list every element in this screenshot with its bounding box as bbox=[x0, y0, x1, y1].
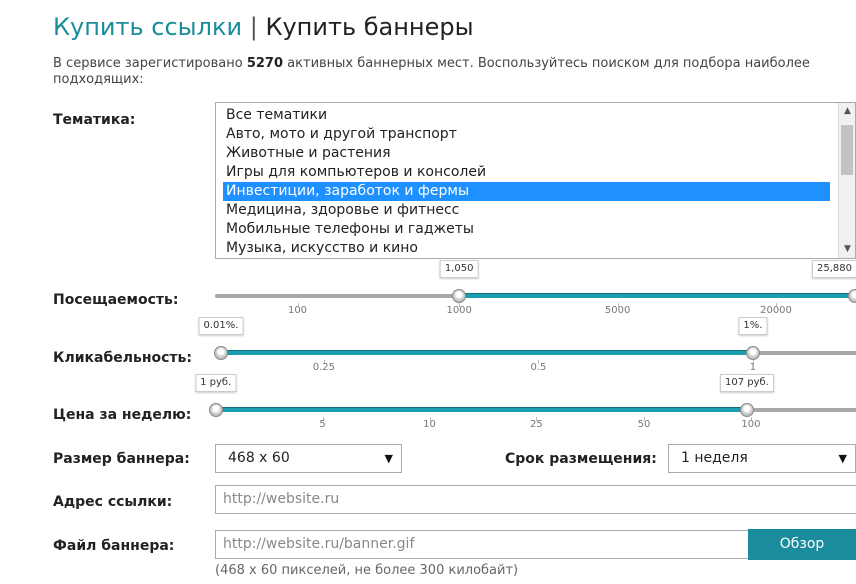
scroll-thumb[interactable] bbox=[841, 125, 853, 175]
slider-range-fill bbox=[459, 293, 856, 298]
banner-size-value: 468 x 60 bbox=[228, 450, 290, 466]
topic-option[interactable]: Медицина, здоровье и фитнесс bbox=[223, 201, 830, 220]
banner-file-label: Файл баннера: bbox=[53, 538, 175, 554]
slider-tick-label: 50 bbox=[637, 419, 651, 430]
duration-select[interactable]: 1 неделя ▼ bbox=[668, 444, 856, 473]
topic-scrollbar[interactable]: ▲ ▼ bbox=[838, 103, 855, 258]
duration-value: 1 неделя bbox=[681, 450, 748, 466]
slider-tick-label: 1 bbox=[749, 362, 757, 373]
service-description: В сервисе зарегистировано 5270 активных … bbox=[53, 56, 810, 87]
slider-tick-label: 5000 bbox=[604, 305, 631, 316]
slider-max-handle[interactable] bbox=[848, 289, 856, 303]
slider-tick-label: 100 bbox=[741, 419, 761, 430]
banner-size-label: Размер баннера: bbox=[53, 451, 190, 467]
chevron-down-icon: ▼ bbox=[384, 452, 393, 465]
buy-banners-title: Купить баннеры bbox=[265, 13, 474, 41]
topic-label: Тематика: bbox=[53, 112, 136, 128]
topic-option[interactable]: Игры для компьютеров и консолей bbox=[223, 163, 830, 182]
topic-option[interactable]: Мобильные телефоны и гаджеты bbox=[223, 220, 830, 239]
topic-listbox[interactable]: Музыка, искусство и кино Мобильные телефо… bbox=[215, 102, 856, 259]
link-address-label: Адрес ссылки: bbox=[53, 494, 173, 510]
banner-file-input[interactable]: http://website.ru/banner.gif bbox=[215, 530, 755, 559]
slider-max-handle[interactable] bbox=[745, 346, 760, 360]
slider-min-handle[interactable] bbox=[208, 403, 223, 417]
slider-tick-label: 1000 bbox=[446, 305, 472, 316]
traffic-label: Посещаемость: bbox=[53, 292, 179, 308]
buy-links-link[interactable]: Купить ссылки bbox=[53, 13, 242, 41]
page-title: Купить ссылки | Купить баннеры bbox=[53, 12, 474, 42]
title-separator: | bbox=[249, 13, 258, 41]
slider-max-handle[interactable] bbox=[739, 403, 754, 417]
slider-max-value: 25,880 bbox=[812, 260, 856, 278]
slider-min-handle[interactable] bbox=[452, 289, 467, 303]
scroll-down-arrow-icon[interactable]: ▼ bbox=[839, 241, 855, 258]
chevron-down-icon: ▼ bbox=[838, 452, 847, 465]
slider-tick-label: 25 bbox=[530, 419, 543, 430]
price-slider[interactable]: 5 10 25 50 100 1 руб. 107 руб. bbox=[195, 374, 856, 441]
slider-tick-label: 20000 bbox=[760, 305, 792, 316]
ctr-label: Кликабельность: bbox=[53, 350, 192, 366]
slider-tick-label: 5 bbox=[319, 419, 326, 430]
price-label: Цена за неделю: bbox=[53, 407, 192, 423]
link-address-input[interactable]: http://website.ru bbox=[215, 485, 856, 514]
banner-file-hint: (468 x 60 пикселей, не более 300 килобай… bbox=[215, 563, 519, 578]
slider-max-value: 107 руб. bbox=[720, 374, 774, 392]
slider-range-fill bbox=[215, 407, 747, 412]
slider-min-value: 1 руб. bbox=[195, 374, 237, 392]
slider-min-value: 0.01%. bbox=[198, 317, 244, 335]
slider-min-value: 1,050 bbox=[439, 260, 479, 278]
scroll-up-arrow-icon[interactable]: ▲ bbox=[839, 103, 855, 120]
topic-option[interactable]: Музыка, искусство и кино bbox=[223, 239, 830, 258]
active-count: 5270 bbox=[246, 56, 284, 71]
slider-tick-label: 100 bbox=[287, 305, 308, 316]
duration-label: Срок размещения: bbox=[505, 451, 657, 467]
slider-tick-label: 0.5 bbox=[530, 362, 547, 373]
topic-option[interactable]: Животные и растения bbox=[223, 144, 830, 163]
slider-range-fill bbox=[220, 350, 753, 355]
topic-option[interactable]: Все тематики bbox=[223, 106, 830, 125]
banner-size-select[interactable]: 468 x 60 ▼ bbox=[215, 444, 402, 473]
slider-max-value: 1%. bbox=[738, 317, 768, 335]
browse-button[interactable]: Обзор bbox=[748, 529, 856, 560]
slider-tick-label: 0.25 bbox=[312, 362, 336, 373]
topic-option[interactable]: Авто, мото и другой транспорт bbox=[223, 125, 830, 144]
slider-tick-label: 10 bbox=[423, 419, 436, 430]
topic-option[interactable]: Инвестиции, заработок и фермы bbox=[223, 182, 830, 201]
slider-min-handle[interactable] bbox=[213, 346, 228, 360]
